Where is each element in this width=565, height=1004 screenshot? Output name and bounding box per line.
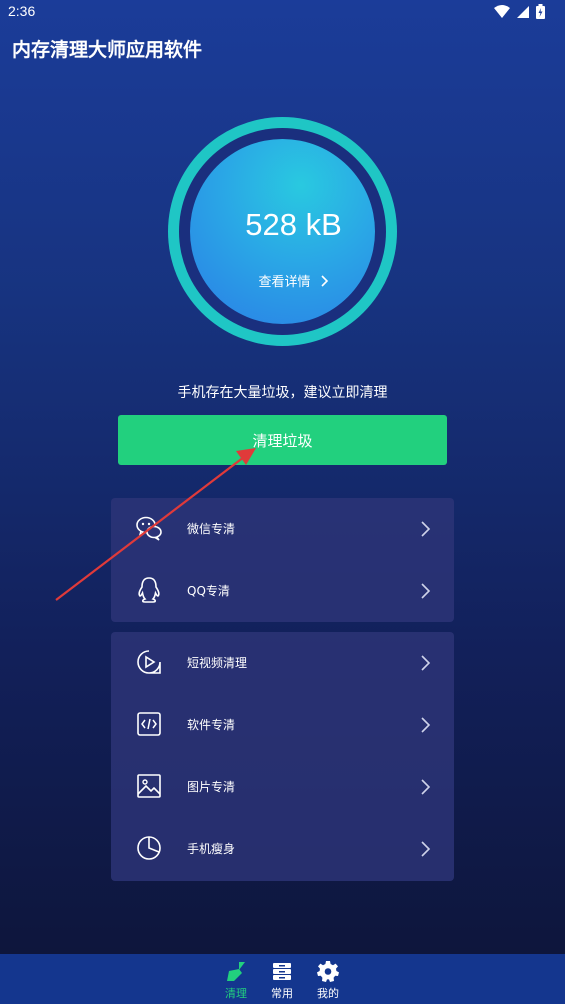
image-icon <box>137 774 161 798</box>
video-icon <box>137 650 161 674</box>
gear-icon <box>317 961 339 982</box>
chevron-right-icon <box>421 841 431 857</box>
status-bar: 2:36 <box>0 0 565 24</box>
list-item-short-video-clean[interactable]: 短视频清理 <box>111 632 454 694</box>
chevron-right-icon <box>421 655 431 671</box>
drawer-icon <box>273 963 291 980</box>
wifi-icon <box>494 4 510 18</box>
view-details-label: 查看详情 <box>258 275 311 290</box>
battery-icon <box>536 4 545 19</box>
hint-text: 手机存在大量垃圾，建议立即清理 <box>177 385 388 401</box>
special-clean-card: 微信专清 QQ专清 <box>111 498 454 622</box>
memory-circle[interactable]: 528 kB 查看详情 <box>190 139 375 324</box>
wechat-icon <box>136 516 162 541</box>
nav-tab-common[interactable]: 常用 <box>262 960 302 1001</box>
list-item-image-clean[interactable]: 图片专清 <box>111 756 454 818</box>
status-icons <box>494 4 545 19</box>
chevron-right-icon <box>320 274 328 287</box>
item-label: 手机瘦身 <box>187 842 236 856</box>
chevron-right-icon <box>421 583 431 599</box>
nav-tab-clean[interactable]: 清理 <box>216 960 256 1001</box>
memory-size: 528 kB <box>245 207 342 242</box>
nav-label: 常用 <box>271 987 293 1000</box>
tools-card: 短视频清理 软件专清 图片专清 手机瘦身 <box>111 632 454 881</box>
list-item-phone-slim[interactable]: 手机瘦身 <box>111 818 454 880</box>
nav-tab-mine[interactable]: 我的 <box>308 960 348 1001</box>
pie-chart-icon <box>137 836 161 860</box>
memory-ring: 528 kB 查看详情 <box>168 117 397 346</box>
signal-icon <box>517 5 529 18</box>
status-time: 2:36 <box>8 3 36 19</box>
item-label: QQ专清 <box>187 584 230 598</box>
view-details-link[interactable]: 查看详情 <box>179 271 408 290</box>
item-label: 短视频清理 <box>187 656 248 670</box>
broom-icon <box>227 962 245 981</box>
clean-junk-label: 清理垃圾 <box>252 431 313 450</box>
ring-gap: 528 kB 查看详情 <box>179 128 386 335</box>
chevron-right-icon <box>421 779 431 795</box>
item-label: 软件专清 <box>187 718 236 732</box>
bottom-nav: 清理 常用 我的 <box>0 954 565 1004</box>
list-item-app-clean[interactable]: 软件专清 <box>111 694 454 756</box>
clean-junk-button[interactable]: 清理垃圾 <box>118 415 447 465</box>
item-label: 微信专清 <box>187 522 236 536</box>
chevron-right-icon <box>421 717 431 733</box>
chevron-right-icon <box>421 521 431 537</box>
list-item-qq-clean[interactable]: QQ专清 <box>111 560 454 622</box>
qq-icon <box>138 577 160 603</box>
nav-label: 我的 <box>317 987 339 1000</box>
app-title: 内存清理大师应用软件 <box>12 39 203 61</box>
item-label: 图片专清 <box>187 780 236 794</box>
code-icon <box>137 712 161 736</box>
nav-label: 清理 <box>225 987 247 1000</box>
list-item-wechat-clean[interactable]: 微信专清 <box>111 498 454 560</box>
